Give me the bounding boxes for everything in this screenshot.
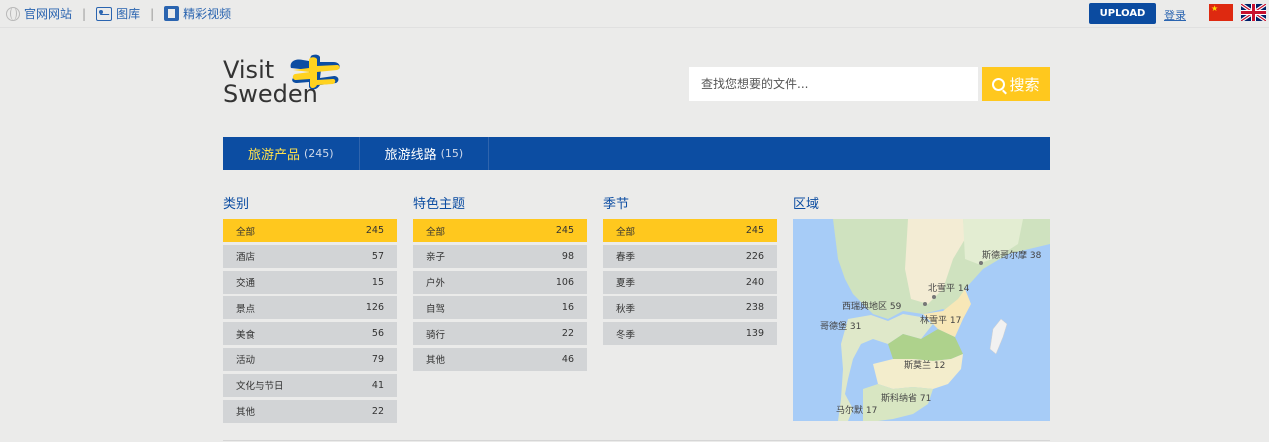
map-label[interactable]: 北雪平 14 — [928, 281, 969, 294]
divider — [223, 440, 1050, 441]
main-nav: 旅游产品 (245) 旅游线路 (15) — [223, 137, 1050, 170]
gallery-link[interactable]: 图库 — [96, 5, 140, 22]
map-label[interactable]: 林雪平 17 — [920, 313, 961, 326]
tab-routes[interactable]: 旅游线路 (15) — [360, 137, 490, 170]
search-input[interactable] — [689, 67, 978, 101]
filter-row[interactable]: 交通 15 — [223, 270, 397, 294]
map-label[interactable]: 斯德哥尔摩 38 — [982, 248, 1041, 261]
facet-title: 特色主题 — [413, 197, 466, 212]
facet-title: 类别 — [223, 197, 250, 212]
official-site-link[interactable]: 官网网站 — [6, 5, 72, 22]
login-link[interactable]: 登录 — [1164, 7, 1186, 23]
videos-link[interactable]: 精彩视频 — [164, 5, 231, 22]
filter-row[interactable]: 其他 46 — [413, 347, 587, 371]
map-label[interactable]: 斯科纳省 71 — [881, 391, 931, 404]
separator: | — [150, 6, 155, 21]
top-bar: 官网网站 | 图库 | 精彩视频 UPLOAD 登录 — [0, 0, 1269, 28]
filter-row[interactable]: 全部 245 — [603, 219, 777, 242]
region-map[interactable]: 斯德哥尔摩 38 北雪平 14 西瑞典地区 59 林雪平 17 哥德堡 31 斯… — [793, 219, 1050, 421]
filter-row[interactable]: 酒店 57 — [223, 244, 397, 268]
map-label[interactable]: 马尔默 17 — [836, 403, 877, 416]
filter-row[interactable]: 活动 79 — [223, 347, 397, 371]
filter-row[interactable]: 美食 56 — [223, 322, 397, 346]
search-icon — [992, 77, 1006, 91]
filter-row[interactable]: 文化与节日 41 — [223, 373, 397, 397]
globe-icon — [6, 6, 20, 21]
filter-row[interactable]: 其他 22 — [223, 399, 397, 423]
filter-row[interactable]: 自驾 16 — [413, 296, 587, 320]
filter-row[interactable]: 全部 245 — [223, 219, 397, 242]
top-links: 官网网站 | 图库 | 精彩视频 — [6, 5, 231, 22]
filter-row[interactable]: 冬季 139 — [603, 322, 777, 346]
filter-row[interactable]: 骑行 22 — [413, 322, 587, 346]
map-label[interactable]: 哥德堡 31 — [820, 319, 861, 332]
map-marker[interactable] — [923, 302, 927, 306]
search-button[interactable]: 搜索 — [982, 67, 1050, 101]
filter-row[interactable]: 夏季 240 — [603, 270, 777, 294]
map-label[interactable]: 斯莫兰 12 — [904, 358, 945, 371]
separator: | — [82, 6, 87, 21]
picture-icon — [96, 6, 113, 21]
tab-products[interactable]: 旅游产品 (245) — [223, 137, 360, 170]
filter-row[interactable]: 全部 245 — [413, 219, 587, 242]
map-marker[interactable] — [979, 261, 983, 265]
visit-sweden-logo[interactable]: Visit Sweden — [223, 52, 343, 116]
china-flag-icon[interactable] — [1209, 4, 1233, 21]
filter-row[interactable]: 春季 226 — [603, 244, 777, 268]
filter-row[interactable]: 景点 126 — [223, 296, 397, 320]
facet-theme: 特色主题 全部 245 亲子 98 户外 106 自驾 16 骑行 22 其他 46 — [413, 193, 587, 374]
facet-title: 季节 — [603, 197, 630, 212]
film-icon — [164, 6, 180, 21]
filter-row[interactable]: 亲子 98 — [413, 244, 587, 268]
upload-button[interactable]: UPLOAD — [1089, 3, 1156, 24]
facet-category: 类别 全部 245 酒店 57 交通 15 景点 126 美食 56 活动 79 文化与节日… — [223, 193, 397, 425]
filter-row[interactable]: 秋季 238 — [603, 296, 777, 320]
map-marker[interactable] — [932, 295, 936, 299]
facet-season: 季节 全部 245 春季 226 夏季 240 秋季 238 冬季 139 — [603, 193, 777, 348]
region-title: 区域 — [793, 197, 820, 212]
filter-row[interactable]: 户外 106 — [413, 270, 587, 294]
swedish-flag-mark-icon — [290, 54, 340, 90]
map-label[interactable]: 西瑞典地区 59 — [842, 299, 901, 312]
uk-flag-icon[interactable] — [1241, 4, 1266, 21]
